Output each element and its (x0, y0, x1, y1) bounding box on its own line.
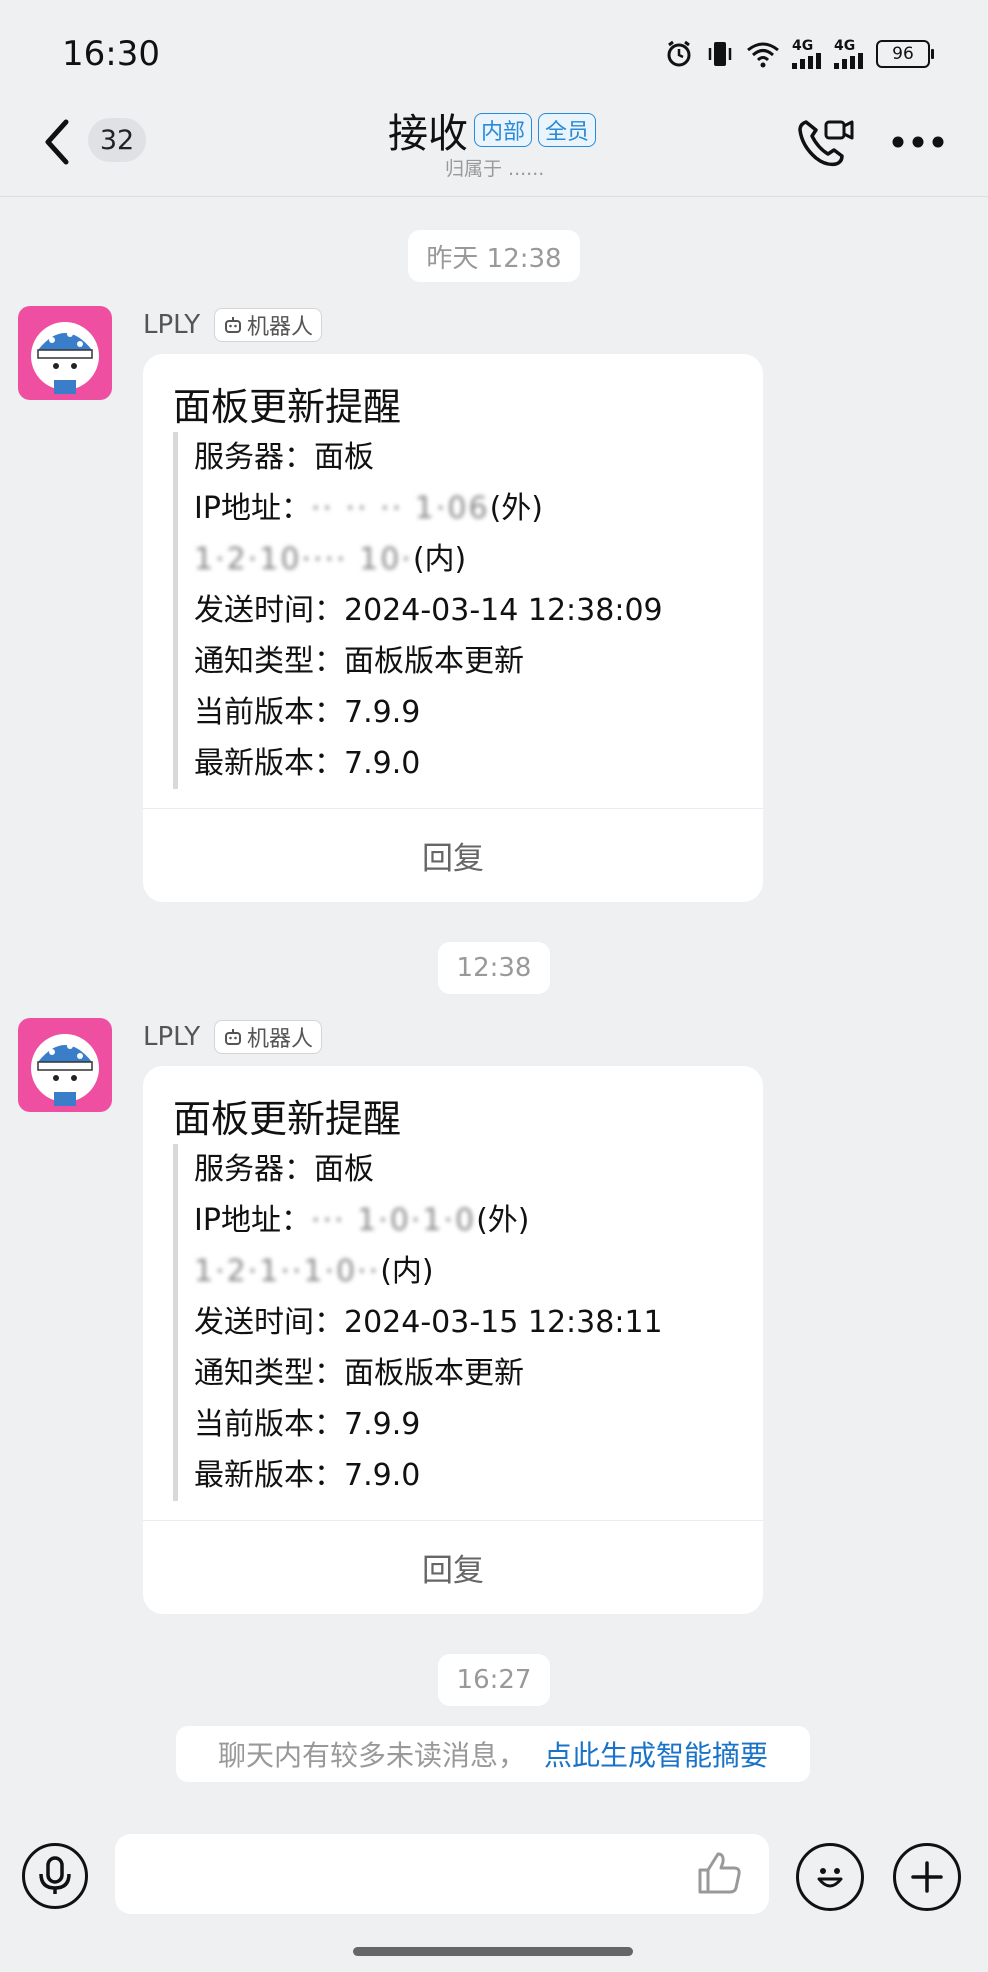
back-arrow-icon[interactable] (38, 116, 78, 168)
card-rows: 服务器：面板 IP地址：·· ·· ·· 1·06(外) 1·2·10···· … (173, 432, 663, 789)
row-latest-version: 最新版本：7.9.0 (194, 1458, 421, 1493)
avatar[interactable] (18, 306, 112, 400)
row-ip-internal: 1·2·1··1·0··(内) (178, 1246, 663, 1297)
bot-tag: 机器人 (214, 308, 323, 342)
masked-ip: 1·2·1··1·0·· (194, 1254, 381, 1289)
row-current-version: 当前版本：7.9.9 (194, 695, 421, 730)
masked-ip: ··· 1·0·1·0 (310, 1203, 477, 1238)
chat-title-group[interactable]: 接收 内部 全员 (388, 104, 597, 157)
row-ip-external: IP地址：··· 1·0·1·0(外) (178, 1195, 663, 1246)
reply-button[interactable]: 回复 (143, 809, 763, 901)
row-ip-external: IP地址：·· ·· ·· 1·06(外) (178, 483, 663, 534)
robot-icon (225, 317, 241, 333)
signal-icon: 4G (792, 39, 822, 69)
plus-icon (911, 1861, 943, 1893)
video-call-icon[interactable] (796, 116, 856, 168)
row-latest-version: 最新版本：7.9.0 (194, 746, 421, 781)
robot-icon (225, 1029, 241, 1045)
status-time: 16:30 (62, 34, 160, 74)
row-notify-type: 通知类型：面板版本更新 (194, 644, 524, 679)
notification-card: 面板更新提醒 服务器：面板 IP地址：··· 1·0·1·0(外) 1·2·1·… (143, 1066, 763, 1614)
bot-tag: 机器人 (214, 1020, 323, 1054)
time-chip: 昨天 12:38 (408, 230, 580, 282)
row-notify-type: 通知类型：面板版本更新 (194, 1356, 524, 1391)
time-chip: 12:38 (438, 942, 550, 994)
signal-icon: 4G (834, 39, 864, 69)
card-title: 面板更新提醒 (173, 385, 402, 429)
microphone-icon (39, 1856, 71, 1894)
unread-count-badge[interactable]: 32 (88, 118, 146, 162)
tag-all-members: 全员 (538, 113, 597, 147)
voice-button[interactable] (22, 1843, 88, 1909)
row-send-time: 发送时间：2024-03-15 12:38:11 (194, 1305, 663, 1340)
masked-ip: 1·2·10···· 10· (194, 542, 413, 577)
avatar[interactable] (18, 1018, 112, 1112)
row-server: 服务器：面板 (194, 1152, 374, 1187)
plus-button[interactable] (893, 1843, 961, 1911)
status-icons: 4G 4G 96 (664, 36, 934, 72)
row-server: 服务器：面板 (194, 440, 374, 475)
emoji-button[interactable] (796, 1843, 864, 1911)
row-send-time: 发送时间：2024-03-14 12:38:09 (194, 593, 663, 628)
thumbs-up-icon[interactable] (694, 1848, 744, 1898)
unread-summary-bar: 聊天内有较多未读消息， 点此生成智能摘要 (176, 1726, 810, 1782)
card-title: 面板更新提醒 (173, 1097, 402, 1141)
summary-text: 聊天内有较多未读消息， (217, 1739, 526, 1772)
card-rows: 服务器：面板 IP地址：··· 1·0·1·0(外) 1·2·1··1·0··(… (173, 1144, 663, 1501)
emoji-icon (817, 1868, 843, 1888)
alarm-icon (667, 40, 691, 67)
sender-name: LPLY (143, 310, 201, 340)
home-indicator[interactable] (353, 1947, 633, 1956)
chat-title: 接收 (388, 111, 468, 157)
masked-ip: ·· ·· ·· 1·06 (310, 491, 490, 526)
sender-name: LPLY (143, 1022, 201, 1052)
chat-subtitle[interactable]: 归属于 ...... (445, 154, 544, 181)
tag-internal: 内部 (474, 113, 533, 147)
message-input[interactable] (115, 1834, 769, 1914)
row-current-version: 当前版本：7.9.9 (194, 1407, 421, 1442)
vibrate-icon (708, 42, 732, 66)
time-chip: 16:27 (438, 1654, 550, 1706)
notification-card: 面板更新提醒 服务器：面板 IP地址：·· ·· ·· 1·06(外) 1·2·… (143, 354, 763, 902)
battery-icon: 96 (876, 40, 934, 68)
more-options-icon[interactable] (890, 134, 946, 150)
generate-summary-link[interactable]: 点此生成智能摘要 (544, 1734, 768, 1774)
row-ip-internal: 1·2·10···· 10·(内) (178, 534, 663, 585)
wifi-icon (747, 42, 779, 68)
reply-button[interactable]: 回复 (143, 1521, 763, 1613)
